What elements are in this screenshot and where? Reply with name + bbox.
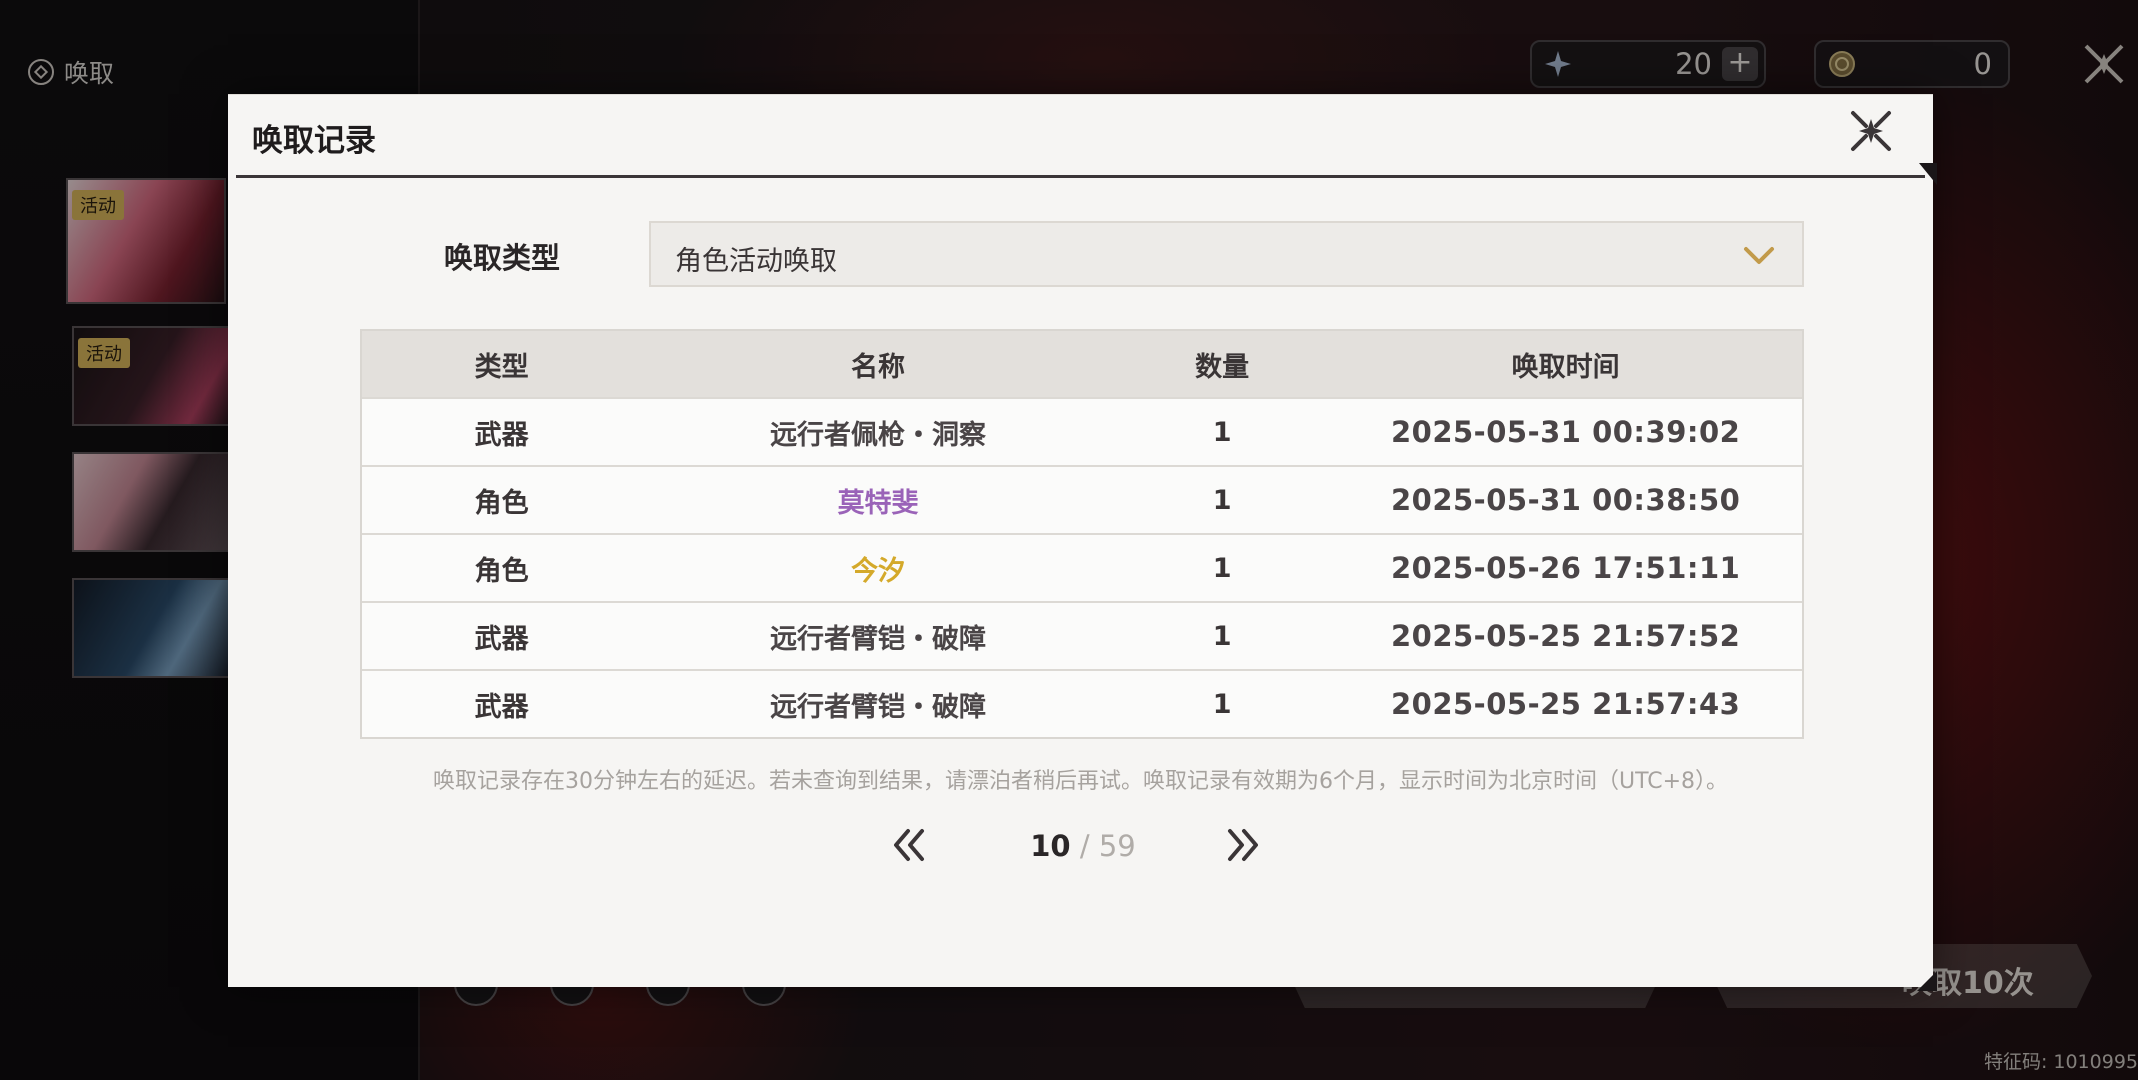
modal-corner-decoration — [1917, 971, 1937, 991]
convene-history-modal: 唤取记录 唤取类型 角色活动唤取 类型 名称 数量 唤取时间 武器 远行者佩枪・… — [228, 94, 1937, 991]
table-row: 武器 远行者佩枪・洞察 1 2025-05-31 00:39:02 — [362, 397, 1802, 465]
previous-page-icon[interactable] — [888, 825, 932, 865]
convene-type-value: 角色活动唤取 — [675, 246, 837, 277]
column-header-type: 类型 — [474, 351, 529, 383]
total-pages: 59 — [1098, 829, 1136, 863]
row-quantity: 1 — [1212, 552, 1232, 584]
row-name: 远行者臂铠・破障 — [770, 623, 987, 655]
row-name: 远行者佩枪・洞察 — [770, 419, 987, 451]
page-separator: / — [1079, 829, 1090, 863]
row-quantity: 1 — [1212, 416, 1232, 448]
table-row: 角色 莫特斐 1 2025-05-31 00:38:50 — [362, 465, 1802, 533]
row-quantity: 1 — [1212, 688, 1232, 720]
modal-title: 唤取记录 — [252, 123, 376, 159]
table-header: 类型 名称 数量 唤取时间 — [362, 331, 1802, 397]
table-row: 武器 远行者臂铠・破障 1 2025-05-25 21:57:52 — [362, 601, 1802, 669]
table-row: 武器 远行者臂铠・破障 1 2025-05-25 21:57:43 — [362, 669, 1802, 737]
row-name: 远行者臂铠・破障 — [770, 691, 987, 723]
next-page-icon[interactable] — [1220, 825, 1264, 865]
current-page: 10 — [1030, 829, 1071, 863]
table-row: 角色 今汐 1 2025-05-26 17:51:11 — [362, 533, 1802, 601]
row-type: 武器 — [474, 419, 529, 451]
convene-type-label: 唤取类型 — [444, 241, 561, 275]
page-indicator: 10 / 59 — [1008, 829, 1158, 863]
delay-notice: 唤取记录存在30分钟左右的延迟。若未查询到结果，请漂泊者稍后再试。唤取记录有效期… — [432, 769, 1729, 794]
column-header-time: 唤取时间 — [1511, 351, 1620, 383]
row-time: 2025-05-31 00:39:02 — [1390, 415, 1741, 449]
convene-type-dropdown[interactable]: 角色活动唤取 — [649, 221, 1804, 287]
row-type: 武器 — [474, 623, 529, 655]
row-time: 2025-05-25 21:57:52 — [1390, 619, 1741, 653]
column-header-quantity: 数量 — [1195, 351, 1250, 383]
modal-header: 唤取记录 — [236, 95, 1925, 178]
row-type: 角色 — [474, 555, 529, 587]
close-icon[interactable] — [1847, 107, 1895, 155]
row-type: 角色 — [474, 487, 529, 519]
row-name: 今汐 — [851, 555, 906, 587]
chevron-down-icon — [1744, 247, 1774, 264]
row-time: 2025-05-25 21:57:43 — [1390, 687, 1741, 721]
row-name: 莫特斐 — [837, 487, 919, 519]
row-time: 2025-05-26 17:51:11 — [1390, 551, 1741, 585]
row-quantity: 1 — [1212, 620, 1232, 652]
row-type: 武器 — [474, 691, 529, 723]
column-header-name: 名称 — [851, 351, 906, 383]
row-quantity: 1 — [1212, 484, 1232, 516]
history-table: 类型 名称 数量 唤取时间 武器 远行者佩枪・洞察 1 2025-05-31 0… — [360, 329, 1804, 739]
row-time: 2025-05-31 00:38:50 — [1390, 483, 1741, 517]
pagination: 10 / 59 — [228, 819, 1933, 875]
